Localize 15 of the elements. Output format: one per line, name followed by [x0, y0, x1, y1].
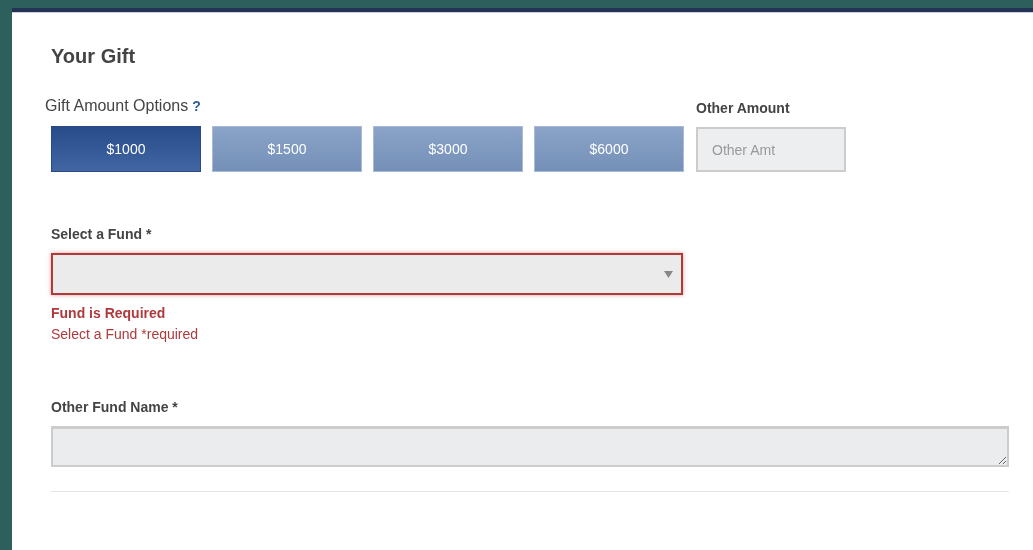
field-label: Other Amount	[696, 99, 791, 118]
error-title: Fund is Required	[51, 304, 167, 323]
section-heading: Your Gift	[51, 44, 137, 68]
amount-button[interactable]: $3000	[373, 126, 523, 172]
amount-button[interactable]: $1500	[212, 126, 362, 172]
dropdown-caret-icon	[664, 270, 673, 278]
amount-button[interactable]: $6000	[534, 126, 684, 172]
field-label: Other Fund Name *	[51, 398, 179, 417]
field-label: Select a Fund *	[51, 225, 153, 244]
field-label: Gift Amount Options	[45, 97, 189, 114]
amount-input[interactable]: Other Amt	[696, 127, 846, 172]
amount-button[interactable]: $1000	[51, 126, 201, 172]
fund-select[interactable]	[51, 253, 683, 295]
help-link[interactable]: ?	[192, 98, 201, 114]
error-message: Select a Fund *required	[51, 325, 200, 344]
